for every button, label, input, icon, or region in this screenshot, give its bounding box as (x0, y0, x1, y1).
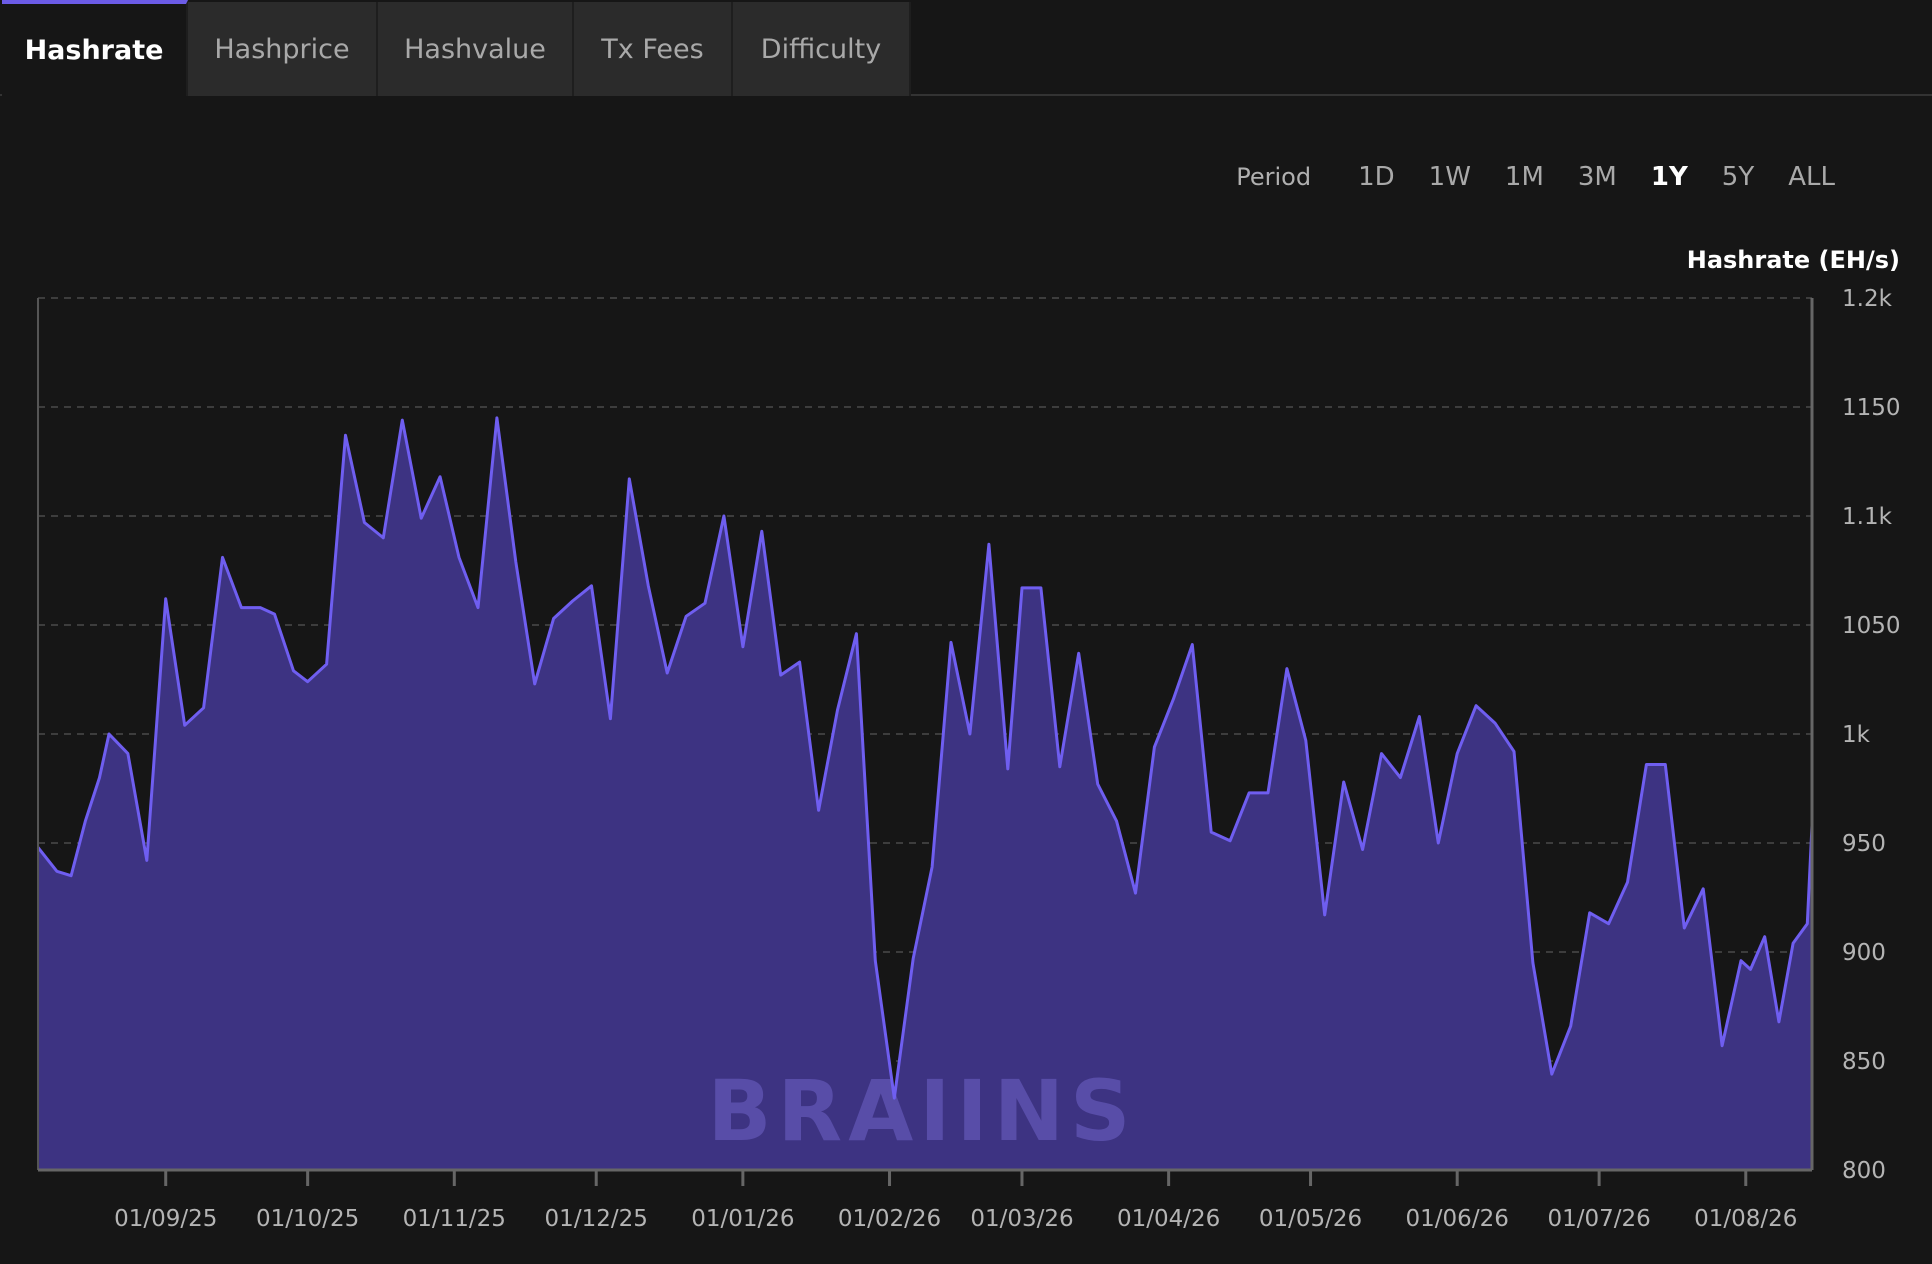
x-tick-label: 01/06/26 (1406, 1206, 1509, 1232)
hashrate-chart: BRAIINS 800 850 900 950 1k 1050 1.1k 1150 1.2k 0… (36, 286, 1901, 1232)
y-tick-label: 1150 (1842, 395, 1901, 421)
y-tick-label: 1050 (1842, 613, 1901, 639)
y-tick-label: 800 (1842, 1158, 1886, 1184)
x-tick-label: 01/04/26 (1117, 1206, 1220, 1232)
y-tick-label: 950 (1842, 831, 1886, 857)
x-tick-label: 01/12/25 (545, 1206, 648, 1232)
x-tick-label: 01/01/26 (691, 1206, 794, 1232)
x-tick-label: 01/02/26 (838, 1206, 941, 1232)
hashrate-area (38, 417, 1812, 1170)
y-tick-label: 900 (1842, 940, 1886, 966)
x-tick-label: 01/05/26 (1259, 1206, 1362, 1232)
x-tick-label: 01/09/25 (114, 1206, 217, 1232)
watermark-logo: BRAIINS (707, 1062, 1136, 1160)
x-tick-label: 01/11/25 (403, 1206, 506, 1232)
y-axis-ticks: 800 850 900 950 1k 1050 1.1k 1150 1.2k (1842, 286, 1901, 1184)
y-tick-label: 1.2k (1842, 286, 1893, 312)
y-tick-label: 850 (1842, 1049, 1886, 1075)
x-tick-label: 01/08/26 (1694, 1206, 1797, 1232)
x-tick-label: 01/03/26 (970, 1206, 1073, 1232)
x-tick-label: 01/07/26 (1547, 1206, 1650, 1232)
y-tick-label: 1.1k (1842, 504, 1893, 530)
x-tick-label: 01/10/25 (256, 1206, 359, 1232)
y-tick-label: 1k (1842, 722, 1871, 748)
x-axis-ticks: 01/09/25 01/10/25 01/11/25 01/12/25 01/01/26… (114, 1170, 1797, 1232)
